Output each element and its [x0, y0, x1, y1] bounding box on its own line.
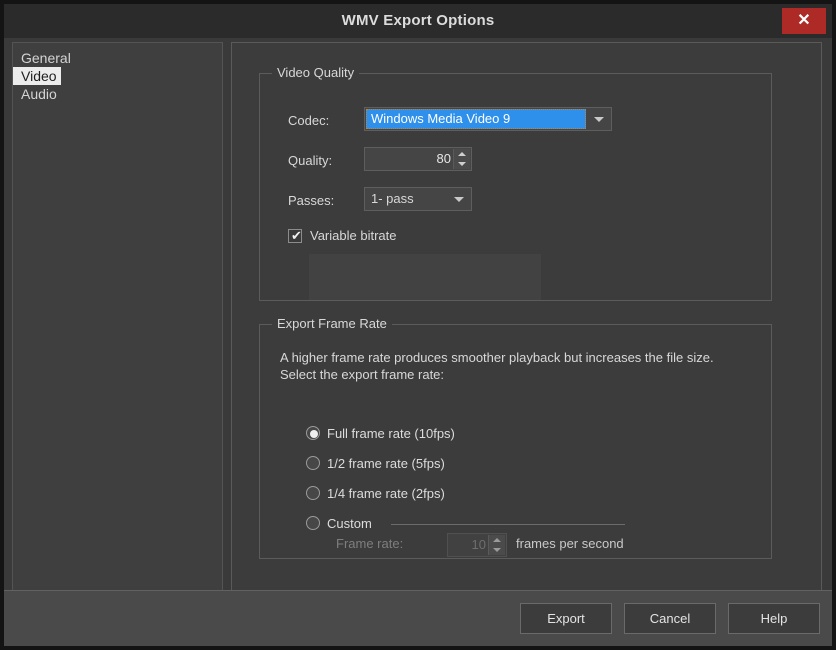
variable-bitrate-label: Variable bitrate: [310, 228, 397, 243]
help-button[interactable]: Help: [728, 603, 820, 634]
codec-dropdown-arrow[interactable]: [587, 108, 611, 130]
quality-label: Quality:: [288, 153, 333, 168]
radio-dot-icon: [310, 430, 318, 438]
checkbox-box[interactable]: ✔: [288, 228, 302, 243]
sidebar-item-video-row: Video: [13, 67, 222, 85]
wmv-export-options-dialog: WMV Export Options ✕ General Video Audio…: [0, 0, 836, 650]
custom-frame-rate-stepper[interactable]: 10: [447, 533, 507, 557]
page-title: WMV Export Options: [341, 12, 495, 29]
close-icon[interactable]: ✕: [782, 8, 826, 34]
codec-selected-value: Windows Media Video 9: [366, 109, 586, 129]
video-quality-inner-panel: [309, 254, 541, 300]
export-frame-rate-group-label: Export Frame Rate: [272, 316, 392, 331]
title-bar: WMV Export Options ✕: [4, 4, 832, 38]
codec-dropdown[interactable]: Windows Media Video 9: [364, 107, 612, 131]
sidebar-item-general[interactable]: General: [13, 49, 71, 67]
dialog-body: General Video Audio Video Quality Codec:…: [4, 38, 832, 598]
spinner-up-icon[interactable]: [458, 152, 466, 156]
radio-button[interactable]: [306, 456, 320, 470]
codec-value-text: Windows Media Video 9: [371, 111, 511, 126]
chevron-down-icon: [594, 117, 604, 122]
passes-label: Passes:: [288, 193, 335, 208]
quality-value: 80: [436, 151, 451, 166]
video-quality-group-label: Video Quality: [272, 65, 360, 80]
radio-button-selected[interactable]: [306, 426, 320, 440]
dialog-footer: Export Cancel Help: [4, 590, 832, 646]
settings-panel: Video Quality Codec: Windows Media Video…: [231, 42, 822, 598]
checkmark-icon: ✔: [291, 228, 302, 243]
custom-frame-rate-label: Frame rate:: [336, 536, 404, 551]
radio-half-frame-rate-label: 1/2 frame rate (5fps): [327, 456, 445, 471]
frame-rate-description: A higher frame rate produces smoother pl…: [280, 349, 750, 383]
radio-quarter-frame-rate-label: 1/4 frame rate (2fps): [327, 486, 445, 501]
frame-rate-description-line1: A higher frame rate produces smoother pl…: [280, 350, 714, 365]
passes-dropdown[interactable]: 1- pass: [364, 187, 472, 211]
video-quality-group: Video Quality Codec: Windows Media Video…: [259, 65, 772, 301]
passes-value-text: 1- pass: [371, 191, 414, 206]
sidebar-item-audio-row: Audio: [13, 85, 222, 103]
quality-spinner-buttons[interactable]: [453, 149, 470, 169]
sidebar-item-general-row: General: [13, 49, 222, 67]
custom-separator: [391, 524, 625, 525]
spinner-up-icon[interactable]: [493, 538, 501, 542]
chevron-down-icon: [454, 197, 464, 202]
radio-custom-frame-rate-label: Custom: [327, 516, 372, 531]
spinner-down-icon[interactable]: [493, 548, 501, 552]
radio-button[interactable]: [306, 486, 320, 500]
custom-frame-rate-value: 10: [471, 537, 486, 552]
spinner-down-icon[interactable]: [458, 162, 466, 166]
sidebar-item-audio[interactable]: Audio: [13, 85, 57, 103]
sidebar: General Video Audio: [12, 42, 223, 598]
export-frame-rate-group: Export Frame Rate A higher frame rate pr…: [259, 316, 772, 559]
sidebar-item-video[interactable]: Video: [13, 67, 61, 85]
custom-frame-rate-spinner-buttons[interactable]: [488, 535, 505, 555]
quality-stepper[interactable]: 80: [364, 147, 472, 171]
cancel-button[interactable]: Cancel: [624, 603, 716, 634]
radio-full-frame-rate-label: Full frame rate (10fps): [327, 426, 455, 441]
radio-button[interactable]: [306, 516, 320, 530]
frame-rate-description-line2: Select the export frame rate:: [280, 367, 445, 382]
codec-label: Codec:: [288, 113, 330, 128]
export-button[interactable]: Export: [520, 603, 612, 634]
frames-per-second-label: frames per second: [516, 536, 624, 551]
